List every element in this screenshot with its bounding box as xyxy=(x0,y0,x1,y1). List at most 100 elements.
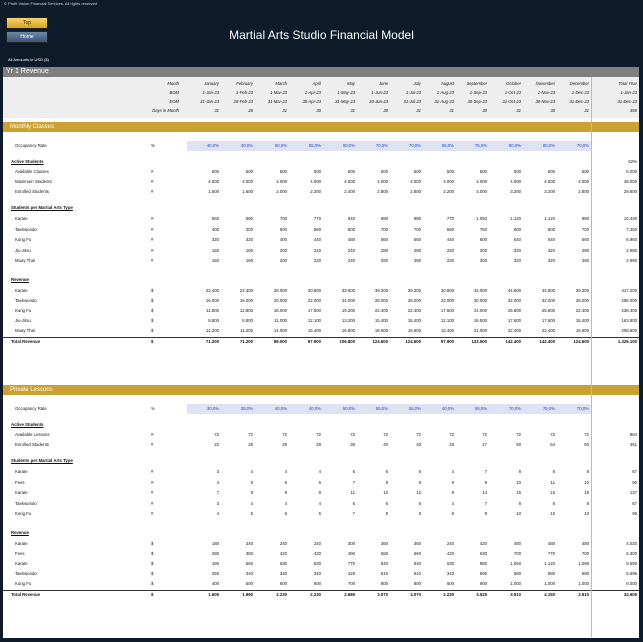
data-cell: 14 xyxy=(482,490,487,496)
data-cell: 124.600 xyxy=(372,339,388,344)
table-row: Fees #4 5 6 6 7 8 8 6 9 10 11 10 90 xyxy=(3,479,639,487)
header-cell: 1-Feb-23 xyxy=(236,90,253,95)
data-cell: 16 xyxy=(550,490,555,496)
data-cell: 510 xyxy=(413,571,421,576)
data-cell: 480 xyxy=(581,541,589,546)
data-cell: 8 xyxy=(552,469,555,474)
header-cell: July xyxy=(413,81,421,86)
data-cell: 2.230 xyxy=(443,592,454,597)
data-cell: 19.600 xyxy=(575,328,589,333)
data-cell: 11 xyxy=(350,490,355,496)
data-cell: 72 xyxy=(316,432,321,437)
total-cell: 10.430 xyxy=(623,216,637,221)
table-row: Muay Thai $11.200 11.200 14.000 15.400 16.800… xyxy=(3,327,639,335)
data-cell: 16.500 xyxy=(473,318,487,323)
data-cell: 5 xyxy=(352,469,355,474)
data-cell: 630 xyxy=(479,551,487,556)
row-unit: # xyxy=(151,226,154,232)
data-cell: 72 xyxy=(383,432,388,437)
subsection-title: Monthly Classes xyxy=(10,124,55,130)
data-cell: 8 xyxy=(518,500,521,506)
total-cell: 5.960 xyxy=(626,237,637,243)
header-cell: 31-May-23 xyxy=(334,99,355,104)
row-label: Taekwondo xyxy=(15,571,37,576)
total-cell: 1.326.100 xyxy=(617,339,637,344)
data-cell: 133.500 xyxy=(471,339,487,344)
data-cell: 220 xyxy=(446,247,454,253)
data-cell: 440 xyxy=(313,237,321,243)
row-unit: # xyxy=(151,169,154,174)
header-cell: 31 xyxy=(214,108,219,113)
data-cell: 4 xyxy=(451,469,454,474)
data-cell: 240 xyxy=(313,541,321,546)
subheading: Active Students xyxy=(11,422,44,427)
data-cell: 700 xyxy=(279,216,287,221)
data-cell: 25.600 xyxy=(541,308,555,313)
data-cell: 4 xyxy=(250,469,253,474)
data-cell: 700 xyxy=(581,551,589,556)
copyright-notice: © Profit Vision Financial Services. All … xyxy=(4,1,99,6)
data-cell: 72 xyxy=(449,432,454,437)
data-cell: 124.600 xyxy=(573,339,589,344)
data-cell: 500 xyxy=(347,169,355,174)
total-cell: 6.000 xyxy=(626,169,637,174)
data-cell: 220 xyxy=(313,258,321,264)
section-header: Yr 1 Revenue xyxy=(3,67,639,77)
data-cell: 4.000 xyxy=(242,179,253,184)
table-row: Taekwondo $16.000 16.000 20.000 22.000 24.000… xyxy=(3,297,639,305)
data-cell: 280 xyxy=(211,551,219,556)
header-cell: February xyxy=(236,81,253,86)
header-cell: 31-Aug-23 xyxy=(434,99,454,104)
header-cell: 28-Feb-23 xyxy=(233,99,253,104)
data-cell: 22.400 xyxy=(407,308,421,313)
header-cell: December xyxy=(569,81,589,86)
data-cell: 10 xyxy=(584,479,589,485)
data-cell: 39.200 xyxy=(374,288,388,293)
data-cell: 1.990 xyxy=(242,592,253,597)
data-cell: 320 xyxy=(513,258,521,264)
data-cell: 4.000 xyxy=(276,179,287,184)
subheading-row: Revenue xyxy=(3,529,639,537)
total-cell: 48.000 xyxy=(623,179,637,184)
data-cell: 29 xyxy=(282,442,287,447)
data-cell: 680 xyxy=(547,571,555,576)
header-cell: 30-Nov-23 xyxy=(535,99,555,104)
data-cell: 160 xyxy=(211,258,219,264)
data-cell: 630 xyxy=(446,561,454,566)
data-cell: 8 xyxy=(385,511,388,517)
data-cell: 6 xyxy=(451,511,454,517)
header-cell: October xyxy=(506,81,521,86)
data-cell: 32.000 xyxy=(541,298,555,303)
data-cell: 8 xyxy=(552,500,555,506)
data-cell: 22.400 xyxy=(541,328,555,333)
data-cell: 72 xyxy=(482,432,487,437)
table-row: Karate #7 8 9 9 11 12 12 9 14 15 16 15 137 xyxy=(3,489,639,497)
data-cell: 70,0% xyxy=(576,406,589,411)
data-cell: 980 xyxy=(581,216,589,221)
data-cell: 9 xyxy=(451,490,454,496)
data-cell: 28.000 xyxy=(374,298,388,303)
data-cell: 300 xyxy=(479,258,487,264)
header-cell: March xyxy=(275,81,287,86)
table-row: Total Revenue $1.605 1.990 2.230 2.230 2.685 3… xyxy=(3,590,639,599)
table-row: Jiu-Jitsu #160 160 200 220 240 280 280 220 300 320… xyxy=(3,247,639,255)
data-cell: 20.000 xyxy=(273,298,287,303)
data-cell: 560 xyxy=(211,216,219,221)
total-cell: 451 xyxy=(629,442,637,447)
data-cell: 22.400 xyxy=(239,288,253,293)
table-row: Karate $22.400 22.400 28.000 30.800 33.600 39.… xyxy=(3,287,639,295)
data-cell: 71.200 xyxy=(205,339,219,344)
data-cell: 8 xyxy=(385,479,388,485)
table-row: Taekwondo #400 400 500 550 600 700 700 550 750 800… xyxy=(3,226,639,234)
data-cell: 360 xyxy=(413,541,421,546)
data-cell: 65,0% xyxy=(474,406,487,411)
data-cell: 97.900 xyxy=(440,339,454,344)
table-row: Kung Fu $11.800 12.800 16.000 17.600 19.200 22… xyxy=(3,307,639,315)
data-cell: 680 xyxy=(513,571,521,576)
row-label: Available Lessons xyxy=(15,432,50,437)
pct-total: 62% xyxy=(628,159,637,164)
data-cell: 40 xyxy=(383,442,388,447)
data-cell: 560 xyxy=(380,237,388,243)
data-cell: 9 xyxy=(284,490,287,496)
data-cell: 400 xyxy=(211,226,219,232)
